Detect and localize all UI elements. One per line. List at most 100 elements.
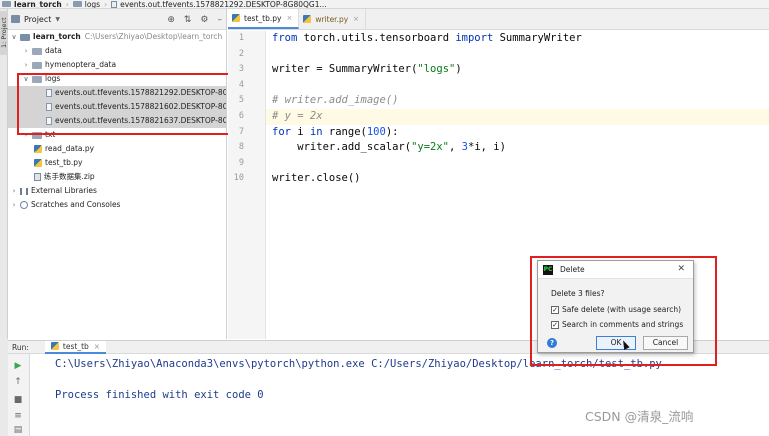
dialog-title-bar: PC Delete ✕ <box>538 261 693 279</box>
tree-item-read-data-py[interactable]: read_data.py <box>8 142 226 156</box>
folder-icon <box>72 1 82 7</box>
soft-wrap-icon[interactable]: ≡ <box>12 410 24 422</box>
gear-icon[interactable]: ⚙ <box>200 15 208 25</box>
rerun-icon[interactable]: ▶ <box>12 360 24 372</box>
code-line-7[interactable]: for i in range(100): <box>266 125 769 141</box>
line-number: 7 <box>238 126 244 137</box>
code-line-6[interactable]: # y = 2x <box>266 109 769 125</box>
library-icon <box>20 187 28 195</box>
line-number: 2 <box>238 48 244 59</box>
chevron-right-icon[interactable]: › <box>22 44 30 58</box>
chevron-down-icon[interactable]: ▼ <box>55 16 60 23</box>
tree-item-event-file[interactable]: events.out.tfevents.1578821637.DESKTOP-8… <box>8 114 226 128</box>
close-icon[interactable]: × <box>353 15 359 23</box>
line-number: 6 <box>238 111 244 121</box>
tree-item-scratches[interactable]: › Scratches and Consoles <box>8 198 226 212</box>
tab-label: writer.py <box>315 14 349 24</box>
code-line-10[interactable]: writer.close() <box>266 171 769 187</box>
tree-item-label: External Libraries <box>31 186 97 195</box>
dialog-title: Delete <box>560 265 585 274</box>
folder-icon <box>2 1 11 7</box>
line-number: 9 <box>238 157 244 168</box>
tree-item-label: hymenoptera_data <box>45 60 117 69</box>
code-line-8[interactable]: writer.add_scalar("y=2x", 3*i, i) <box>266 140 769 156</box>
tree-item-learn-torch[interactable]: ∨ learn_torch C:\Users\Zhiyao\Desktop\lear… <box>8 30 226 44</box>
line-number: 4 <box>238 79 244 90</box>
tree-item-zip[interactable]: 练手数据集.zip <box>8 170 226 184</box>
folder-icon <box>32 131 42 139</box>
breadcrumb-project[interactable]: learn_torch <box>14 0 62 8</box>
line-number: 1 <box>238 33 244 43</box>
tree-item-txt[interactable]: › txt <box>8 128 226 142</box>
python-file-icon <box>303 15 312 23</box>
tree-item-label: txt <box>45 130 56 139</box>
project-panel: Project ▼ ⊕ ⇅ ⚙ – ∨ learn_torch C:\Users\Z… <box>8 9 227 339</box>
chevron-right-icon[interactable]: › <box>22 128 30 142</box>
line-number: 3 <box>238 64 244 75</box>
chevron-right-icon[interactable]: › <box>10 198 18 212</box>
chevron-down-icon[interactable]: ∨ <box>10 30 18 44</box>
chevron-right-icon[interactable]: › <box>22 58 30 72</box>
line-number: 10 <box>233 173 244 184</box>
tree-item-logs[interactable]: ∨ logs <box>8 72 226 86</box>
safe-delete-checkbox[interactable]: ✓ Safe delete (with usage search) <box>551 305 681 314</box>
cancel-button[interactable]: Cancel <box>643 336 688 350</box>
project-tree: ∨ learn_torch C:\Users\Zhiyao\Desktop\lear… <box>8 30 226 212</box>
locate-icon[interactable]: ⊕ <box>167 15 175 25</box>
tree-item-label: Scratches and Consoles <box>31 200 121 209</box>
checkbox-checked-icon[interactable]: ✓ <box>551 305 559 314</box>
arrow-up-icon[interactable]: ↑ <box>12 376 24 388</box>
run-toolbar: ▶ ↑ ■ ≡ ▤ <box>8 354 30 436</box>
tree-item-external-libraries[interactable]: › External Libraries <box>8 184 226 198</box>
project-tool-window-button[interactable]: 1: Project <box>0 11 8 55</box>
python-file-icon <box>34 159 42 167</box>
tree-item-label: events.out.tfevents.1578821637.DESKTOP-8… <box>55 116 226 125</box>
run-tab-test-tb[interactable]: test_tb × <box>44 340 107 354</box>
run-tab-label: test_tb <box>62 341 89 351</box>
close-icon[interactable]: × <box>94 342 100 351</box>
console-command-line: C:\Users\Zhiyao\Anaconda3\envs\pytorch\p… <box>55 358 662 370</box>
python-file-icon <box>232 14 240 22</box>
tree-item-event-file[interactable]: events.out.tfevents.1578821602.DESKTOP-8… <box>8 100 226 114</box>
editor-tab-bar: test_tb.py × writer.py × <box>228 9 769 30</box>
tab-test-tb[interactable]: test_tb.py × <box>228 9 300 29</box>
breadcrumb-separator: › <box>65 0 69 9</box>
hide-icon[interactable]: – <box>218 15 223 25</box>
run-label: Run: <box>12 342 29 352</box>
project-panel-toolbar: ⊕ ⇅ ⚙ – <box>167 9 222 30</box>
tree-item-event-file[interactable]: events.out.tfevents.1578821292.DESKTOP-8… <box>8 86 226 100</box>
chevron-right-icon[interactable]: › <box>10 184 18 198</box>
delete-dialog: PC Delete ✕ Delete 3 files? ✓ Safe delet… <box>537 260 694 353</box>
collapse-all-icon[interactable]: ⇅ <box>184 15 192 25</box>
tree-item-test-tb-py[interactable]: test_tb.py <box>8 156 226 170</box>
breadcrumb-folder[interactable]: logs <box>85 0 100 8</box>
tree-item-hymenoptera-data[interactable]: › hymenoptera_data <box>8 58 226 72</box>
breadcrumb-file[interactable]: events.out.tfevents.1578821292.DESKTOP-8… <box>120 0 327 8</box>
left-tool-stripe: 1: Project <box>0 9 8 339</box>
tree-item-label: events.out.tfevents.1578821602.DESKTOP-8… <box>55 102 226 111</box>
checkbox-label: Search in comments and strings <box>562 320 684 329</box>
folder-icon <box>32 61 42 69</box>
code-line-5[interactable]: # writer.add_image() <box>266 93 769 109</box>
file-icon <box>46 103 52 111</box>
line-number-gutter: 1 2 3 4 5 6 7 8 9 10 <box>228 31 266 339</box>
chevron-down-icon[interactable]: ∨ <box>22 72 30 86</box>
dialog-question: Delete 3 files? <box>551 289 605 298</box>
stop-icon[interactable]: ■ <box>12 394 24 406</box>
tab-writer[interactable]: writer.py × <box>299 9 367 29</box>
code-line-1[interactable]: from torch.utils.tensorboard import Summ… <box>266 31 769 47</box>
code-line-3[interactable]: writer = SummaryWriter("logs") <box>266 62 769 78</box>
folder-icon <box>32 47 42 55</box>
project-view-selector[interactable]: Project <box>24 15 51 24</box>
print-icon[interactable]: ▤ <box>12 424 24 436</box>
tab-label: test_tb.py <box>244 13 282 23</box>
checkbox-checked-icon[interactable]: ✓ <box>551 320 559 329</box>
tree-item-data[interactable]: › data <box>8 44 226 58</box>
search-comments-checkbox[interactable]: ✓ Search in comments and strings <box>551 320 683 329</box>
help-button[interactable]: ? <box>547 338 557 348</box>
close-icon[interactable]: ✕ <box>677 264 685 274</box>
python-file-icon <box>50 342 59 350</box>
tree-item-path: C:\Users\Zhiyao\Desktop\learn_torch <box>84 32 223 41</box>
close-icon[interactable]: × <box>286 14 292 22</box>
ok-button[interactable]: OK <box>596 336 636 350</box>
